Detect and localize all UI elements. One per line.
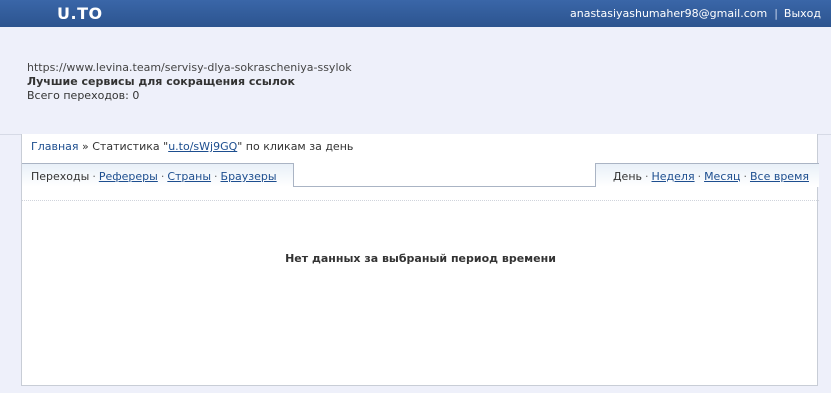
tab-referrers[interactable]: Рефереры: [99, 170, 158, 183]
period-month[interactable]: Месяц: [704, 170, 740, 183]
stats-type-tabs: Переходы · Рефереры · Страны · Браузеры: [22, 163, 294, 187]
breadcrumb-home-link[interactable]: Главная: [31, 140, 79, 153]
period-dot: ·: [697, 170, 702, 183]
period-all-time[interactable]: Все время: [750, 170, 809, 183]
breadcrumb-separator: »: [82, 140, 89, 153]
dotted-divider: [22, 200, 819, 201]
logout-link[interactable]: Выход: [784, 7, 821, 20]
link-title: Лучшие сервисы для сокращения ссылок: [27, 75, 295, 88]
period-tabs: День · Неделя · Месяц · Все время: [595, 163, 819, 187]
breadcrumb-stats-suffix: " по кликам за день: [237, 140, 354, 153]
period-dot: ·: [645, 170, 649, 183]
link-info: https://www.levina.team/servisy-dlya-sok…: [27, 61, 352, 103]
period-week[interactable]: Неделя: [652, 170, 695, 183]
tab-bar: Переходы · Рефереры · Страны · Браузеры День · Н…: [22, 163, 819, 188]
site-logo[interactable]: U.TO: [57, 4, 103, 23]
period-dot: ·: [743, 170, 747, 183]
top-bar: U.TO anastasiyashumaher98@gmail.com | Выхо…: [0, 0, 831, 27]
breadcrumb: Главная » Статистика "u.to/sWj9GQ" по кл…: [31, 140, 353, 153]
header-separator: |: [774, 7, 778, 20]
period-day[interactable]: День: [613, 170, 642, 183]
user-email[interactable]: anastasiyashumaher98@gmail.com: [570, 7, 767, 20]
tab-browsers[interactable]: Браузеры: [221, 170, 277, 183]
tab-countries[interactable]: Страны: [167, 170, 211, 183]
short-link[interactable]: u.to/sWj9GQ: [168, 140, 237, 153]
tab-clicks[interactable]: Переходы: [31, 170, 89, 183]
user-area: anastasiyashumaher98@gmail.com | Выход: [570, 7, 821, 20]
link-url: https://www.levina.team/servisy-dlya-sok…: [27, 61, 352, 74]
total-clicks: Всего переходов: 0: [27, 89, 140, 102]
tab-dot: ·: [92, 170, 96, 183]
no-data-message: Нет данных за выбраный период времени: [285, 252, 556, 265]
tab-bar-line: [294, 186, 595, 187]
breadcrumb-stats-prefix: Статистика ": [92, 140, 169, 153]
tab-dot: ·: [214, 170, 218, 183]
tab-dot: ·: [160, 170, 165, 183]
stats-panel: Главная » Статистика "u.to/sWj9GQ" по кл…: [21, 134, 819, 386]
